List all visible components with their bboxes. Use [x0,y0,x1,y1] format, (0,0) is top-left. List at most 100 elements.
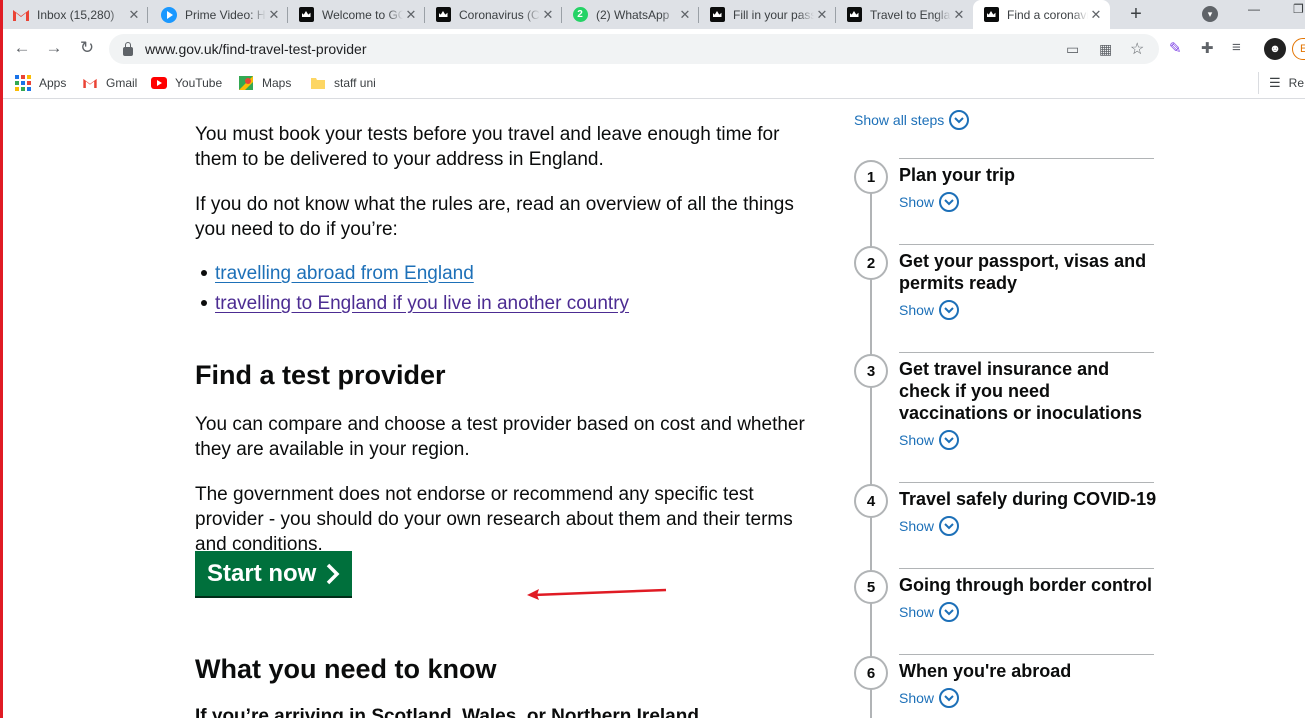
tab-coronavirus[interactable]: Coronavirus (COVID-19) ✕ [425,0,562,29]
tab-title: (2) WhatsApp [596,7,670,22]
apps-grid-icon [15,75,31,91]
extensions-puzzle-icon[interactable]: ✚ [1201,39,1214,57]
bookmark-youtube[interactable]: YouTube [151,74,222,92]
youtube-icon [151,75,167,91]
step-title[interactable]: Get your passport, visas and permits rea… [899,250,1157,294]
bookmark-apps[interactable]: Apps [15,74,66,92]
close-icon[interactable]: ✕ [951,7,967,23]
bookmark-star-icon[interactable]: ☆ [1130,39,1144,59]
chevron-down-icon [939,192,960,212]
govuk-crown-icon [709,7,725,23]
chevron-down-icon [939,300,960,320]
avatar[interactable]: ☻ [1264,38,1286,60]
step-divider [899,654,1154,655]
forward-icon[interactable]: → [43,37,65,59]
step-number: 4 [854,484,888,518]
close-icon[interactable]: ✕ [1088,7,1104,23]
restore-icon[interactable]: ❐ [1293,2,1304,16]
maps-icon [238,75,254,91]
step-show-toggle[interactable]: Show [899,299,960,321]
step-number: 3 [854,354,888,388]
step-show-toggle[interactable]: Show [899,515,960,537]
step-divider [899,482,1154,483]
step-number: 2 [854,246,888,280]
reading-list-icon: ☰ [1269,75,1281,90]
step-show-toggle[interactable]: Show [899,601,960,623]
step-divider [899,158,1154,159]
close-icon[interactable]: ✕ [126,7,142,23]
step-show-toggle[interactable]: Show [899,429,960,451]
tab-find-coronavirus-test[interactable]: Find a coronavirus test ✕ [973,0,1110,29]
bullet [201,270,207,276]
cast-icon[interactable]: ▭ [1066,41,1079,58]
reading-list-button[interactable]: ☰ Re [1258,72,1304,94]
step-divider [899,352,1154,353]
tab-title: Travel to England [870,7,951,22]
link-travelling-to-england[interactable]: travelling to England if you live in ano… [215,291,629,316]
step-number: 1 [854,160,888,194]
chevron-right-icon [327,563,340,584]
chevron-down-icon [939,430,960,450]
step-number: 5 [854,570,888,604]
bookmark-staff-uni[interactable]: staff uni [310,74,376,92]
tab-title: Inbox (15,280) [37,7,115,22]
heading-what-you-need-to-know: What you need to know [195,654,497,684]
tab-strip: Inbox (15,280) ✕ Prime Video: Home ✕ Wel… [3,0,1305,29]
gmail-icon [13,7,29,23]
bullet [201,300,207,306]
profile-button[interactable]: E [1292,38,1305,60]
url-text: www.gov.uk/find-travel-test-provider [145,41,367,57]
qr-code-icon[interactable]: ▦ [1099,41,1112,58]
step-show-toggle[interactable]: Show [899,191,960,213]
step-title[interactable]: Travel safely during COVID-19 [899,488,1157,510]
intro-paragraph: You must book your tests before you trav… [195,124,780,170]
step-divider [899,568,1154,569]
tab-title: Welcome to GOV.UK [322,7,403,22]
start-now-button[interactable]: Start now [195,551,352,596]
back-icon[interactable]: ← [11,37,33,59]
step-title[interactable]: Going through border control [899,574,1157,596]
tab-fill-in-passenger[interactable]: Fill in your passenger ✕ [699,0,836,29]
chevron-down-icon [939,688,960,708]
bookmark-gmail[interactable]: Gmail [82,74,137,92]
folder-icon [310,75,326,91]
tab-whatsapp[interactable]: 2 (2) WhatsApp ✕ [562,0,699,29]
step-number: 6 [854,656,888,690]
chevron-down-icon [939,516,960,536]
chevron-down-icon [939,602,960,622]
minimize-icon[interactable]: — [1248,2,1260,16]
close-icon[interactable]: ✕ [540,7,556,23]
close-icon[interactable]: ✕ [266,7,282,23]
step-title[interactable]: Get travel insurance and check if you ne… [899,358,1157,424]
show-all-steps-button[interactable]: Show all steps [854,109,970,131]
step-title[interactable]: Plan your trip [899,164,1157,186]
link-travelling-abroad[interactable]: travelling abroad from England [215,261,474,286]
step-show-toggle[interactable]: Show [899,687,960,709]
pen-extension-icon[interactable]: ✎ [1169,39,1182,57]
close-icon[interactable]: ✕ [403,7,419,23]
browser-toolbar: ← → ↻ www.gov.uk/find-travel-test-provid… [3,29,1305,68]
bookmark-maps[interactable]: Maps [238,74,291,92]
lock-icon [123,41,133,56]
endorse-paragraph: The government does not endorse or recom… [195,484,793,555]
subheading-arriving: If you’re arriving in Scotland, Wales, o… [195,706,699,718]
tab-title: Find a coronavirus test [1007,7,1088,22]
tab-title: Coronavirus (COVID-19) [459,7,540,22]
reload-icon[interactable]: ↻ [76,37,98,59]
govuk-crown-icon [298,7,314,23]
tab-gmail[interactable]: Inbox (15,280) ✕ [3,0,148,29]
tab-search-icon[interactable]: ▾ [1202,6,1218,22]
tab-title: Prime Video: Home [185,7,266,22]
address-bar[interactable]: www.gov.uk/find-travel-test-provider ▭ ▦… [109,34,1159,64]
tab-travel-to-england[interactable]: Travel to England ✕ [836,0,973,29]
media-control-icon[interactable]: ≡ [1232,39,1241,56]
tab-welcome-govuk[interactable]: Welcome to GOV.UK ✕ [288,0,425,29]
new-tab-icon[interactable]: + [1124,3,1148,27]
gmail-icon [82,75,98,91]
browser-window: Inbox (15,280) ✕ Prime Video: Home ✕ Wel… [0,0,1305,718]
chevron-down-icon [949,110,970,130]
close-icon[interactable]: ✕ [814,7,830,23]
tab-prime-video[interactable]: Prime Video: Home ✕ [151,0,288,29]
close-icon[interactable]: ✕ [677,7,693,23]
step-title[interactable]: When you're abroad [899,660,1157,682]
